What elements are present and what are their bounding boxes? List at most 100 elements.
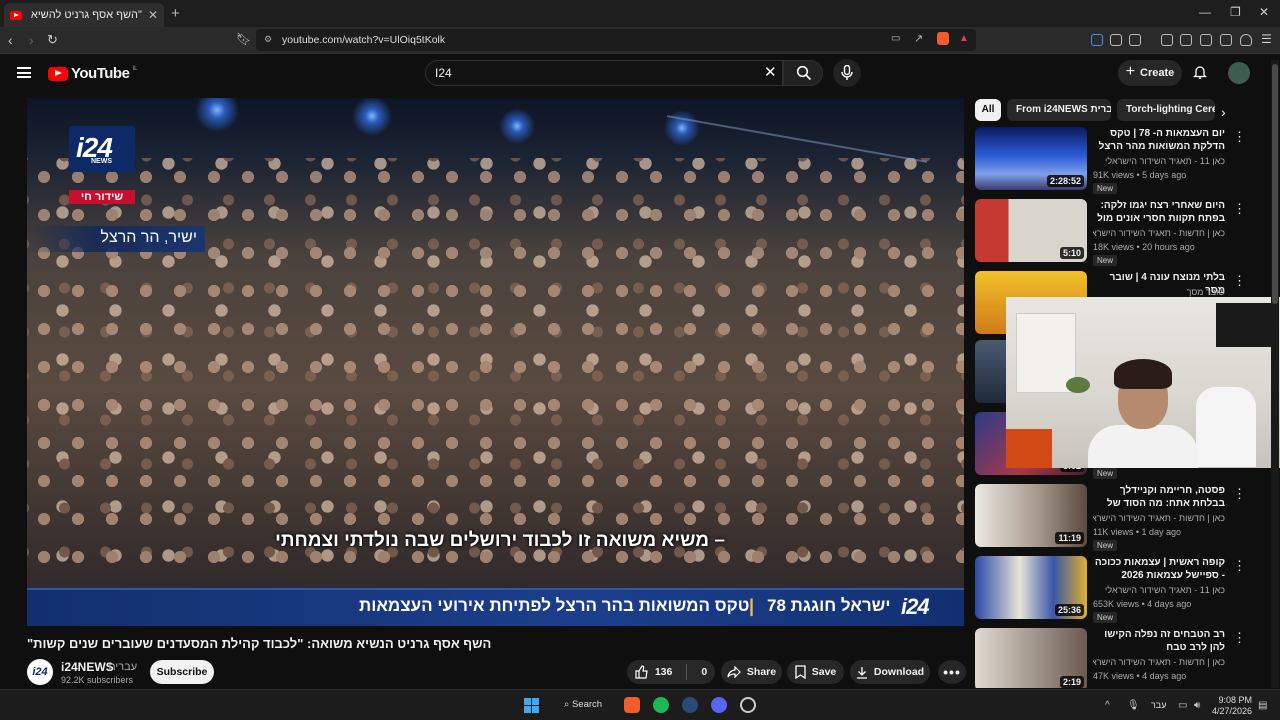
video-thumbnail[interactable]: 2:19	[975, 628, 1087, 688]
webcam-tv	[1216, 303, 1278, 347]
close-tab-icon[interactable]: ✕	[148, 8, 158, 22]
more-actions-button[interactable]: •••	[938, 660, 966, 684]
webcam-orange-object	[1006, 429, 1052, 468]
music-icon[interactable]	[1161, 34, 1173, 46]
recommended-video[interactable]: 25:36 קופה ראשית | עצמאות ככוכה - ספיישל…	[975, 556, 1265, 624]
taskbar-search[interactable]: ⌕ Search	[557, 695, 609, 716]
share-button[interactable]: Share	[721, 660, 782, 684]
subscribe-button[interactable]: Subscribe	[150, 660, 214, 684]
search-input[interactable]: I24	[425, 60, 783, 86]
obs-icon[interactable]	[740, 697, 756, 713]
channel-name[interactable]: כאן 11 - תאגיד השידור הישראלי	[1093, 156, 1225, 166]
lower-third-logo: i24	[901, 594, 930, 619]
dislike-button[interactable]: 0	[701, 666, 707, 678]
video-meta: 91K views • 5 days ago	[1093, 170, 1187, 180]
chip-torch-lighting[interactable]: Torch-lighting Cere	[1117, 99, 1215, 121]
video-thumbnail[interactable]: 11:19	[975, 484, 1087, 547]
clear-search-icon[interactable]: ✕	[764, 63, 777, 81]
spotify-icon[interactable]	[653, 697, 669, 713]
bookmark-icon[interactable]: 🔖︎	[236, 32, 251, 46]
more-options-icon[interactable]: ⋮	[1233, 486, 1246, 502]
brave-browser-icon[interactable]	[624, 697, 640, 713]
discord-icon[interactable]	[711, 697, 727, 713]
site-info-icon[interactable]: ⚙	[264, 34, 272, 45]
vpn-icon[interactable]	[1240, 34, 1252, 46]
video-title[interactable]: יום העצמאות ה- 78 | טקס הדלקת המשואות מה…	[1093, 127, 1225, 154]
video-player[interactable]: i24 NEWS שידור חי ישיר, הר הרצל – משיא מ…	[27, 98, 964, 626]
channel-avatar[interactable]: i24	[27, 659, 53, 685]
leo-ai-icon[interactable]	[1220, 34, 1232, 46]
brave-rewards-icon[interactable]: ▲	[959, 33, 969, 44]
network-icon[interactable]: ▭	[1178, 700, 1187, 711]
tray-chevron-icon[interactable]: ^	[1105, 700, 1110, 711]
video-title[interactable]: קופה ראשית | עצמאות ככוכה - ספיישל עצמאו…	[1093, 556, 1225, 582]
voice-search-button[interactable]	[833, 59, 861, 87]
like-button[interactable]: 136	[635, 665, 672, 679]
save-button[interactable]: Save	[787, 660, 844, 684]
menu-icon[interactable]: ☰	[1261, 32, 1272, 46]
youtube-logo[interactable]: YouTube IL	[48, 65, 137, 82]
thumbs-up-icon	[635, 665, 648, 679]
new-badge: New	[1093, 612, 1118, 623]
more-options-icon[interactable]: ⋮	[1233, 201, 1246, 217]
channel-name[interactable]: i24NEWS	[61, 660, 114, 674]
notifications-bell-icon[interactable]	[1193, 65, 1207, 79]
recommended-video[interactable]: 5:10 היום שאחרי רצח יגמו זלקה: בפתח תקוו…	[975, 199, 1265, 267]
extension-icon[interactable]	[1129, 34, 1141, 46]
channel-name[interactable]: שובר מסך	[1093, 287, 1225, 297]
taskbar-clock[interactable]: 9:08 PM 4/27/2026	[1208, 695, 1252, 717]
like-dislike-group: 136 0	[627, 660, 715, 684]
minimize-icon[interactable]: —	[1199, 5, 1211, 19]
channel-name[interactable]: כאן | חדשות - תאגיד השידור הישראלי	[1093, 513, 1225, 523]
video-title[interactable]: פסטה, חריימה וקניידלך בבלחת אתח: מה הסוד…	[1093, 484, 1225, 511]
create-button[interactable]: + Create	[1118, 60, 1182, 86]
recommended-video[interactable]: 2:28:52 יום העצמאות ה- 78 | טקס הדלקת המ…	[975, 127, 1265, 195]
more-options-icon[interactable]: ⋮	[1233, 630, 1246, 646]
more-options-icon[interactable]: ⋮	[1233, 129, 1246, 145]
chip-all[interactable]: All	[975, 99, 1001, 121]
video-thumbnail[interactable]: 5:10	[975, 199, 1087, 262]
more-options-icon[interactable]: ⋮	[1233, 273, 1246, 289]
reload-icon[interactable]: ↻	[47, 32, 58, 48]
volume-icon[interactable]: 🔊︎	[1194, 700, 1200, 711]
channel-name[interactable]: כאן | חדשות - תאגיד השידור הישראלי	[1093, 657, 1225, 667]
channel-name[interactable]: כאן 11 - תאגיד השידור הישראלי	[1093, 585, 1225, 595]
forward-icon[interactable]: ›	[29, 32, 34, 48]
extension-icon[interactable]	[1091, 34, 1103, 46]
close-window-icon[interactable]: ✕	[1259, 5, 1269, 19]
page-scrollbar[interactable]	[1271, 60, 1279, 688]
hamburger-menu-icon[interactable]	[17, 67, 31, 78]
wallet-icon[interactable]	[1200, 34, 1212, 46]
chips-next-icon[interactable]: ›	[1221, 104, 1226, 120]
video-title[interactable]: היום שאחרי רצח יגמו זלקה: בפתח תקוות חסר…	[1093, 199, 1225, 226]
scrollbar-thumb[interactable]	[1272, 64, 1278, 304]
url-field[interactable]: ⚙ youtube.com/watch?v=UlOiq5tKolk ▭ ↗ ▲	[256, 29, 976, 51]
tray-mic-icon[interactable]: 🎙︎	[1127, 700, 1140, 711]
input-language[interactable]: עבר	[1151, 700, 1166, 710]
back-icon[interactable]: ‹	[8, 32, 13, 48]
search-button[interactable]	[783, 60, 823, 86]
video-thumbnail[interactable]: 25:36	[975, 556, 1087, 619]
brave-shields-icon[interactable]	[937, 32, 949, 45]
video-thumbnail[interactable]: 2:28:52	[975, 127, 1087, 190]
video-title[interactable]: רב הטבחים זה נפלה הקישו להן לרב טבח	[1093, 628, 1225, 654]
recommended-video[interactable]: 2:19 רב הטבחים זה נפלה הקישו להן לרב טבח…	[975, 628, 1265, 688]
restore-icon[interactable]: ❐	[1230, 5, 1241, 19]
webcam-plant	[1066, 377, 1090, 393]
share-page-icon[interactable]: ↗	[914, 32, 923, 45]
sidebar-icon[interactable]	[1180, 34, 1192, 46]
channel-name[interactable]: כאן | חדשות - תאגיד השידור הישראלי	[1093, 228, 1225, 238]
browser-tab[interactable]: "השף אסף גרניט להשיא משואה ✕	[4, 3, 164, 27]
download-button[interactable]: Download	[850, 660, 930, 684]
windows-start-icon[interactable]	[524, 698, 539, 713]
account-avatar[interactable]	[1228, 62, 1250, 84]
install-app-icon[interactable]: ▭	[891, 33, 900, 44]
steam-icon[interactable]	[682, 697, 698, 713]
new-tab-button[interactable]: +	[171, 5, 180, 22]
more-options-icon[interactable]: ⋮	[1233, 558, 1246, 574]
extension-icon[interactable]	[1110, 34, 1122, 46]
chip-from-channel[interactable]: From i24NEWS עברית	[1007, 99, 1111, 121]
notification-center-icon[interactable]: ▤	[1258, 700, 1267, 711]
recommended-video[interactable]: 11:19 פסטה, חריימה וקניידלך בבלחת אתח: מ…	[975, 484, 1265, 552]
video-meta: 11K views • 1 day ago	[1093, 527, 1182, 537]
